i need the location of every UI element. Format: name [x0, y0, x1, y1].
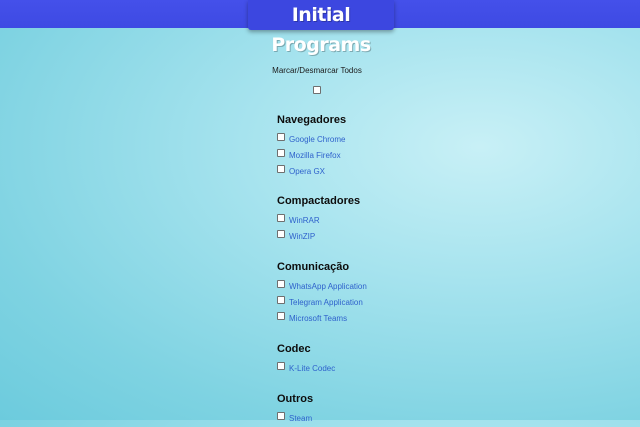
- item-label[interactable]: Google Chrome: [289, 135, 345, 144]
- list-item[interactable]: Microsoft Teams: [277, 308, 367, 324]
- item-label[interactable]: Telegram Application: [289, 298, 363, 307]
- list-item[interactable]: WinZIP: [277, 226, 360, 242]
- list-item[interactable]: K-Lite Codec: [277, 358, 335, 374]
- section-title: Codec: [277, 343, 311, 355]
- list-item[interactable]: Opera GX: [277, 161, 346, 177]
- section-navegadores: Navegadores Google Chrome Mozilla Firefo…: [277, 113, 346, 177]
- checkbox[interactable]: [277, 411, 285, 420]
- item-label[interactable]: WinZIP: [289, 232, 315, 241]
- section-comunicacao: Comunicação WhatsApp Application Telegra…: [277, 260, 367, 324]
- list-item[interactable]: Steam: [277, 408, 313, 424]
- item-label[interactable]: Microsoft Teams: [289, 314, 347, 323]
- item-label[interactable]: K-Lite Codec: [289, 364, 335, 373]
- list-item[interactable]: Telegram Application: [277, 292, 367, 308]
- section-title: Compactadores: [277, 195, 361, 207]
- list-item[interactable]: Mozilla Firefox: [277, 145, 346, 161]
- toggle-all-group: Marcar/Desmarcar Todos: [270, 66, 364, 94]
- item-label[interactable]: Mozilla Firefox: [289, 151, 341, 160]
- section-codec: Codec K-Lite Codec: [277, 342, 335, 374]
- checkbox[interactable]: [277, 311, 285, 320]
- list-item[interactable]: WinRAR: [277, 210, 360, 226]
- checkbox[interactable]: [277, 164, 285, 173]
- list-item[interactable]: WhatsApp Application: [277, 276, 367, 292]
- toggle-all-checkbox[interactable]: [313, 86, 321, 94]
- item-label[interactable]: Opera GX: [289, 167, 325, 176]
- list-item[interactable]: Google Chrome: [277, 129, 346, 145]
- section-title: Navegadores: [277, 114, 347, 126]
- section-compactadores: Compactadores WinRAR WinZIP: [277, 194, 360, 242]
- checkbox[interactable]: [277, 229, 285, 238]
- checkbox[interactable]: [277, 132, 285, 141]
- item-label[interactable]: WinRAR: [289, 216, 320, 225]
- app-title: Initial Programs: [248, 0, 394, 56]
- item-label[interactable]: Steam: [289, 414, 312, 423]
- section-outros: Outros Steam: [277, 392, 313, 424]
- toggle-all-label: Marcar/Desmarcar Todos: [272, 66, 362, 75]
- section-title: Outros: [277, 393, 314, 405]
- checkbox[interactable]: [277, 148, 285, 157]
- checkbox[interactable]: [277, 279, 285, 288]
- checkbox[interactable]: [277, 361, 285, 370]
- checkbox[interactable]: [277, 295, 285, 304]
- section-title: Comunicação: [277, 261, 350, 273]
- checkbox[interactable]: [277, 213, 285, 222]
- item-label[interactable]: WhatsApp Application: [289, 282, 367, 291]
